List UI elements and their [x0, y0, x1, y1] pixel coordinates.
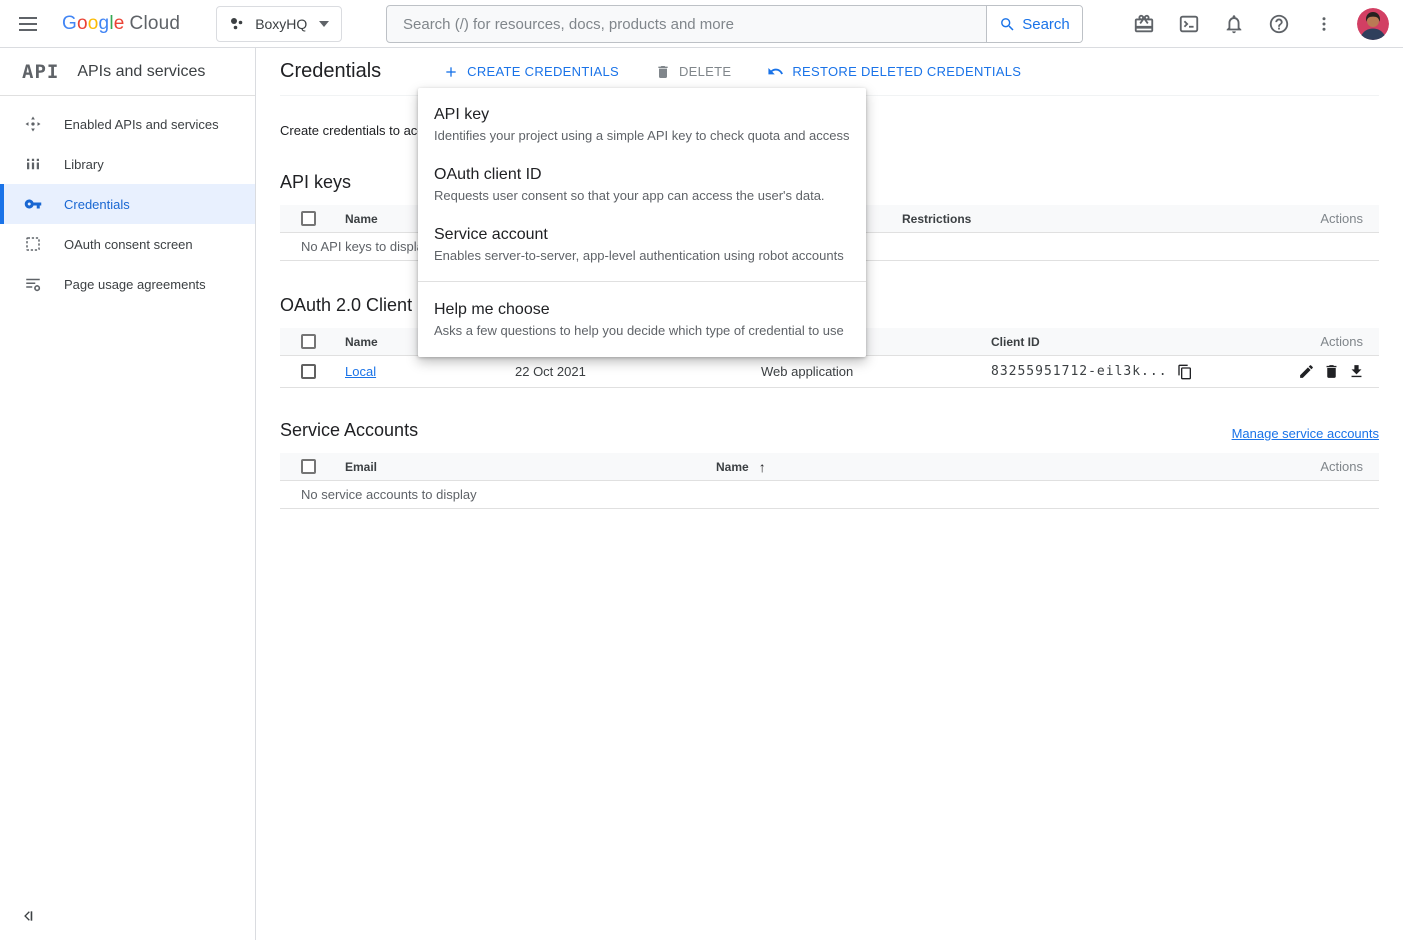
service-accounts-table-header: Email Name ↑ Actions — [280, 453, 1379, 481]
gift-icon[interactable] — [1132, 12, 1156, 36]
select-all-checkbox[interactable] — [301, 211, 316, 226]
column-header-actions: Actions — [1289, 459, 1379, 474]
project-selector[interactable]: BoxyHQ — [216, 6, 342, 42]
menu-item-oauth-client-id[interactable]: OAuth client ID Requests user consent so… — [418, 154, 866, 214]
help-icon[interactable] — [1267, 12, 1291, 36]
download-icon[interactable] — [1347, 363, 1365, 381]
menu-item-api-key[interactable]: API key Identifies your project using a … — [418, 94, 866, 154]
consent-screen-icon — [24, 235, 42, 253]
key-icon — [24, 195, 42, 213]
delete-trash-icon[interactable] — [1322, 363, 1340, 381]
service-accounts-head: Service Accounts Manage service accounts — [280, 420, 1379, 441]
empty-text: No API keys to display — [280, 239, 430, 254]
sidebar-item-page-usage[interactable]: Page usage agreements — [0, 264, 255, 304]
topbar-icons — [1132, 0, 1389, 48]
create-credentials-button[interactable]: CREATE CREDENTIALS — [443, 64, 619, 80]
hamburger-menu-icon[interactable] — [4, 0, 52, 48]
chevron-down-icon — [319, 21, 329, 27]
column-header-restrictions[interactable]: Restrictions — [902, 212, 1289, 226]
column-header-email[interactable]: Email — [345, 460, 716, 474]
trash-icon — [655, 64, 671, 80]
client-creation-date: 22 Oct 2021 — [515, 364, 761, 379]
menu-item-service-account[interactable]: Service account Enables server-to-server… — [418, 214, 866, 274]
service-accounts-table: Email Name ↑ Actions No service accounts… — [280, 453, 1379, 509]
column-header-name[interactable]: Name ↑ — [716, 459, 1289, 475]
sidebar-item-credentials[interactable]: Credentials — [0, 184, 255, 224]
google-cloud-logo[interactable]: Google Cloud — [62, 13, 180, 35]
client-name-link[interactable]: Local — [345, 364, 376, 379]
sidebar-nav: Enabled APIs and services Library Creden… — [0, 96, 255, 304]
plus-icon — [443, 64, 459, 80]
sidebar-item-label: Page usage agreements — [64, 277, 206, 292]
service-accounts-empty-row: No service accounts to display — [280, 481, 1379, 509]
row-actions — [1297, 363, 1379, 381]
sidebar-item-label: Library — [64, 157, 104, 172]
sidebar-item-enabled-apis[interactable]: Enabled APIs and services — [0, 104, 255, 144]
search-button-label: Search — [1022, 16, 1070, 33]
menu-item-help-me-choose[interactable]: Help me choose Asks a few questions to h… — [418, 289, 866, 349]
agreements-icon — [24, 275, 42, 293]
page-title: Credentials — [280, 60, 381, 83]
create-credentials-menu: API key Identifies your project using a … — [418, 88, 866, 357]
collapse-sidebar-icon[interactable] — [22, 906, 42, 926]
search-box: Search — [386, 5, 1083, 43]
sort-ascending-icon[interactable]: ↑ — [759, 459, 766, 475]
toolbar: CREATE CREDENTIALS DELETE RESTORE DELETE… — [443, 63, 1021, 80]
sidebar: API APIs and services Enabled APIs and s… — [0, 48, 256, 940]
service-accounts-heading: Service Accounts — [280, 420, 418, 441]
search-button[interactable]: Search — [986, 6, 1082, 42]
api-product-logo: API — [22, 61, 59, 83]
sidebar-item-library[interactable]: Library — [0, 144, 255, 184]
dashboard-icon — [24, 115, 42, 133]
column-header-actions: Actions — [1289, 211, 1379, 226]
menu-divider — [418, 281, 866, 282]
sidebar-header: API APIs and services — [0, 48, 255, 96]
select-all-checkbox[interactable] — [301, 334, 316, 349]
sidebar-item-label: Credentials — [64, 197, 130, 212]
edit-pencil-icon[interactable] — [1297, 363, 1315, 381]
sidebar-title: APIs and services — [77, 63, 205, 81]
select-all-checkbox[interactable] — [301, 459, 316, 474]
search-input[interactable] — [387, 6, 986, 42]
column-header-client-id[interactable]: Client ID — [991, 335, 1289, 349]
delete-button[interactable]: DELETE — [655, 64, 731, 80]
client-id-value: 83255951712-eil3k... — [991, 364, 1168, 379]
more-options-icon[interactable] — [1312, 12, 1336, 36]
row-checkbox[interactable] — [301, 364, 316, 379]
notifications-bell-icon[interactable] — [1222, 12, 1246, 36]
sidebar-item-oauth-consent[interactable]: OAuth consent screen — [0, 224, 255, 264]
project-name: BoxyHQ — [255, 16, 307, 32]
client-type: Web application — [761, 364, 991, 379]
top-bar: Google Cloud BoxyHQ Search — [0, 0, 1403, 48]
search-icon — [999, 16, 1016, 33]
oauth-client-row: Local 22 Oct 2021 Web application 832559… — [280, 356, 1379, 388]
empty-text: No service accounts to display — [280, 487, 477, 502]
project-icon — [229, 16, 245, 32]
sidebar-item-label: Enabled APIs and services — [64, 117, 219, 132]
column-header-actions: Actions — [1289, 334, 1379, 349]
manage-service-accounts-link[interactable]: Manage service accounts — [1232, 426, 1379, 441]
logo-cloud-text: Cloud — [130, 13, 181, 35]
library-icon — [24, 155, 42, 173]
google-cloud-console: Google Cloud BoxyHQ Search — [0, 0, 1403, 940]
copy-icon[interactable] — [1176, 363, 1194, 381]
sidebar-item-label: OAuth consent screen — [64, 237, 193, 252]
undo-icon — [767, 63, 784, 80]
cloud-shell-icon[interactable] — [1177, 12, 1201, 36]
restore-deleted-credentials-button[interactable]: RESTORE DELETED CREDENTIALS — [767, 63, 1021, 80]
user-avatar[interactable] — [1357, 8, 1389, 40]
